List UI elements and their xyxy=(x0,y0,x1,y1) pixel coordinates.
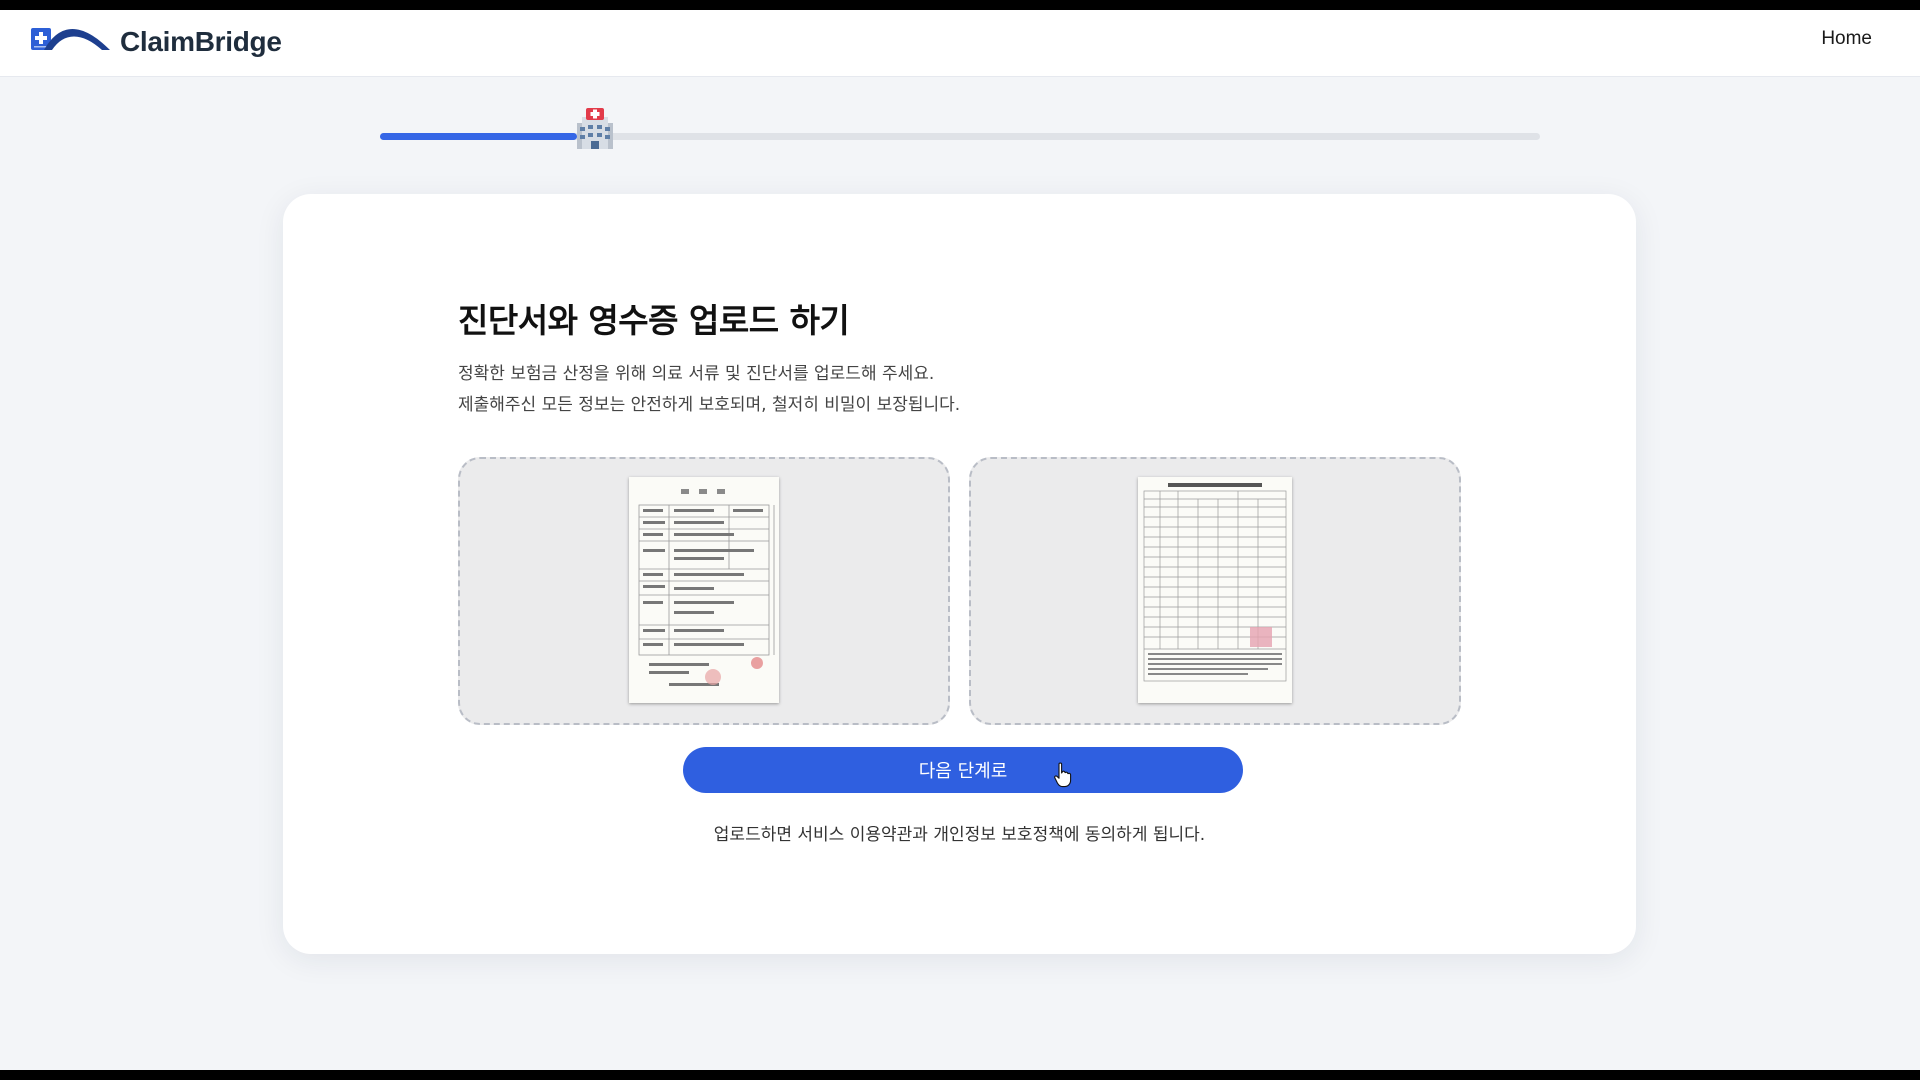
upload-card: 진단서와 영수증 업로드 하기 정확한 보험금 산정을 위해 의료 서류 및 진… xyxy=(283,194,1636,954)
brand-logo[interactable]: ClaimBridge xyxy=(30,24,282,60)
description-line-1: 정확한 보험금 산정을 위해 의료 서류 및 진단서를 업로드해 주세요. xyxy=(458,364,935,384)
page-title: 진단서와 영수증 업로드 하기 xyxy=(458,301,850,340)
hospital-icon xyxy=(577,108,613,149)
diagnosis-document-thumbnail xyxy=(629,477,779,703)
bottom-frame-bar xyxy=(0,1070,1920,1080)
claimbridge-logo-icon xyxy=(31,28,110,50)
diagnosis-upload-dropzone[interactable] xyxy=(458,457,950,725)
progress-track xyxy=(380,133,1540,140)
receipt-document-thumbnail xyxy=(1138,477,1292,703)
hand-pointer-cursor-icon xyxy=(1054,762,1072,788)
next-step-button[interactable]: 다음 단계로 xyxy=(683,747,1243,793)
page-description: 정확한 보험금 산정을 위해 의료 서류 및 진단서를 업로드해 주세요. 제출… xyxy=(458,359,960,421)
app-viewport: ClaimBridge Home 진단서와 영수증 업로드 하기 정확한 보험금… xyxy=(0,10,1920,1070)
terms-consent-text: 업로드하면 서비스 이용약관과 개인정보 보호정책에 동의하게 됩니다. xyxy=(713,825,1206,845)
description-line-2: 제출해주신 모든 정보는 안전하게 보호되며, 철저히 비밀이 보장됩니다. xyxy=(458,395,961,415)
top-header: ClaimBridge Home xyxy=(0,10,1920,77)
brand-name: ClaimBridge xyxy=(120,26,282,57)
progress-fill xyxy=(380,133,578,140)
receipt-upload-dropzone[interactable] xyxy=(969,457,1461,725)
nav-home-link[interactable]: Home xyxy=(1821,28,1872,50)
